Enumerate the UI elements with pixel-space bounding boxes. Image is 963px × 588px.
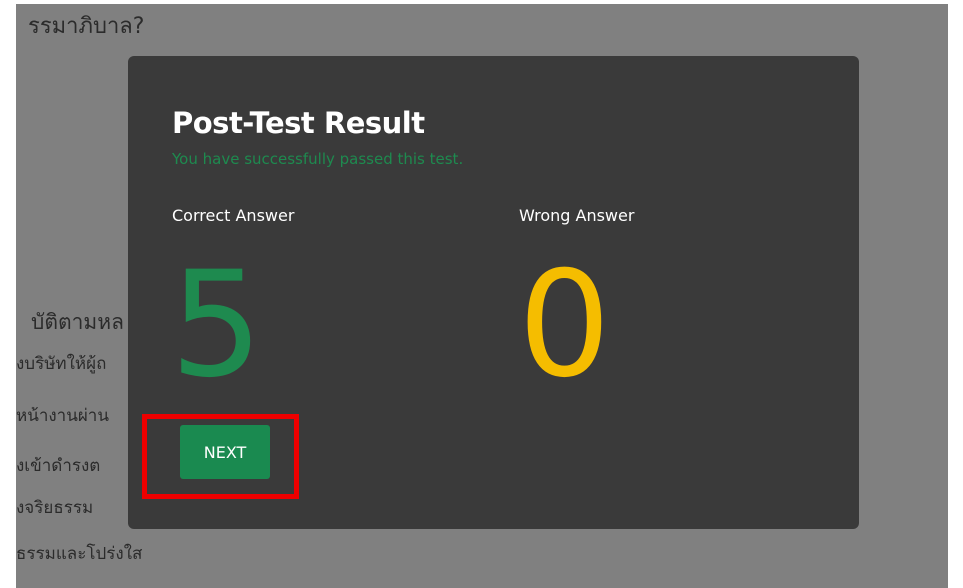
page-edge-strip	[948, 0, 963, 588]
background-heading-text: บัติตามหล	[31, 310, 124, 334]
modal-title: Post-Test Result	[172, 106, 425, 140]
next-button[interactable]: NEXT	[180, 425, 270, 479]
correct-answer-label: Correct Answer	[172, 206, 295, 225]
wrong-answer-label: Wrong Answer	[519, 206, 635, 225]
background-line-5: ธรรมและโปร่งใส	[16, 544, 143, 564]
background-line-2: หน้างานผ่าน	[16, 406, 109, 426]
background-question-text: รรมาภิบาล?	[28, 14, 145, 39]
correct-answer-count: 5	[170, 240, 263, 410]
background-line-3: งเข้าดำรงต	[16, 456, 101, 476]
background-line-4: งจริยธรรม	[16, 498, 94, 518]
background-line-1: งบริษัทให้ผู้ถ	[16, 354, 107, 374]
pass-message: You have successfully passed this test.	[172, 150, 464, 168]
post-test-result-modal: Post-Test Result You have successfully p…	[128, 56, 859, 529]
wrong-answer-count: 0	[518, 240, 611, 410]
